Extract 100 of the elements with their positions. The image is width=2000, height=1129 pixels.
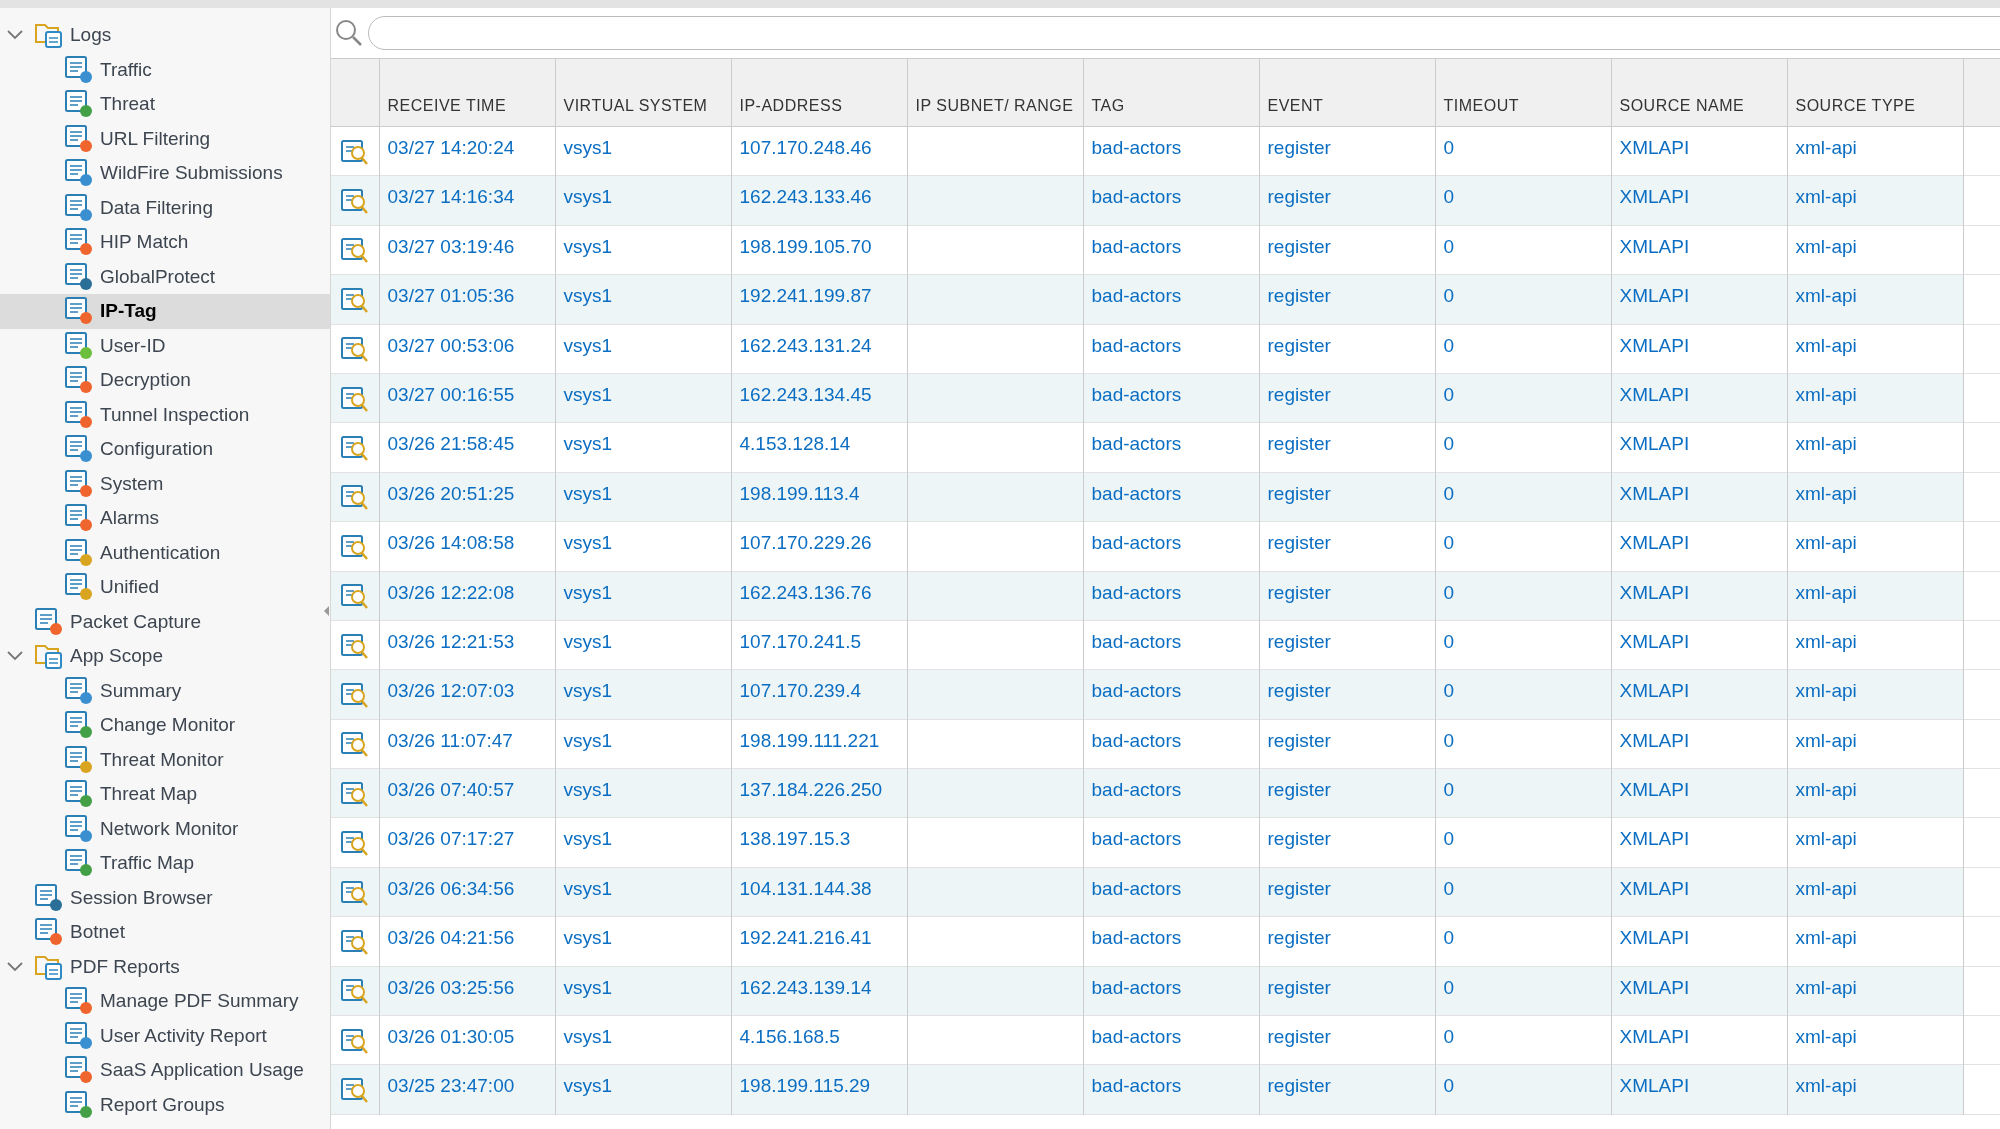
table-cell[interactable]: 03/26 04:21:56 <box>387 927 515 949</box>
table-cell[interactable]: xml-api <box>1795 433 1857 455</box>
table-cell[interactable]: XMLAPI <box>1619 581 1690 603</box>
table-cell[interactable]: XMLAPI <box>1619 828 1690 850</box>
table-cell[interactable]: bad-actors <box>1091 235 1182 257</box>
table-cell[interactable]: 198.199.111.221 <box>739 729 880 751</box>
table-cell[interactable]: 104.131.144.38 <box>739 877 872 899</box>
table-cell[interactable]: vsys1 <box>563 285 613 307</box>
table-cell[interactable]: 0 <box>1443 285 1455 307</box>
log-details-icon[interactable] <box>339 878 370 907</box>
table-cell[interactable]: 03/26 12:22:08 <box>387 581 515 603</box>
table-cell[interactable]: register <box>1267 482 1331 504</box>
log-details-icon[interactable] <box>339 730 370 759</box>
table-cell[interactable]: 0 <box>1443 927 1455 949</box>
table-cell[interactable]: vsys1 <box>563 630 613 652</box>
column-header[interactable]: IP SUBNET/ RANGE <box>915 94 1075 118</box>
log-details-icon[interactable] <box>339 1026 370 1055</box>
sidebar-item[interactable]: Manage PDF Summary <box>100 987 299 1016</box>
table-cell[interactable]: register <box>1267 779 1331 801</box>
search-field[interactable] <box>368 16 2000 50</box>
table-cell[interactable]: 107.170.229.26 <box>739 532 872 554</box>
table-cell[interactable]: bad-actors <box>1091 680 1182 702</box>
table-cell[interactable]: XMLAPI <box>1619 680 1690 702</box>
sidebar-item[interactable]: HIP Match <box>100 228 189 257</box>
table-cell[interactable]: xml-api <box>1795 1075 1857 1097</box>
log-details-icon[interactable] <box>339 681 370 709</box>
table-cell[interactable]: xml-api <box>1795 482 1857 504</box>
table-cell[interactable]: 03/27 14:20:24 <box>387 137 515 158</box>
table-cell[interactable]: bad-actors <box>1091 1026 1182 1048</box>
table-cell[interactable]: register <box>1267 680 1331 702</box>
table-cell[interactable]: 03/26 21:58:45 <box>387 433 515 455</box>
table-cell[interactable]: vsys1 <box>563 235 613 257</box>
sidebar-item[interactable]: Summary <box>100 676 182 705</box>
log-details-icon[interactable] <box>339 779 370 808</box>
log-details-icon[interactable] <box>339 829 370 858</box>
table-cell[interactable]: register <box>1267 235 1331 257</box>
table-cell[interactable]: XMLAPI <box>1619 433 1690 455</box>
table-cell[interactable]: 03/26 07:17:27 <box>387 828 515 850</box>
table-cell[interactable]: XMLAPI <box>1619 1026 1690 1048</box>
sidebar-item[interactable]: Botnet <box>70 918 125 947</box>
table-cell[interactable]: 03/27 01:05:36 <box>387 285 515 307</box>
table-cell[interactable]: bad-actors <box>1091 729 1182 751</box>
table-cell[interactable]: register <box>1267 285 1331 307</box>
log-details-icon[interactable] <box>339 236 370 265</box>
table-cell[interactable]: xml-api <box>1795 137 1857 158</box>
table-cell[interactable]: 0 <box>1443 433 1455 455</box>
table-cell[interactable]: bad-actors <box>1091 532 1182 554</box>
table-cell[interactable]: 0 <box>1443 630 1455 652</box>
table-cell[interactable]: vsys1 <box>563 1026 613 1048</box>
table-cell[interactable]: 198.199.105.70 <box>739 235 872 257</box>
table-cell[interactable]: 107.170.239.4 <box>739 680 861 702</box>
sidebar-item[interactable]: Traffic <box>100 55 152 84</box>
table-cell[interactable]: 137.184.226.250 <box>739 779 883 801</box>
table-cell[interactable]: XMLAPI <box>1619 927 1690 949</box>
table-cell[interactable]: xml-api <box>1795 779 1857 801</box>
table-cell[interactable]: 0 <box>1443 1075 1455 1097</box>
log-details-icon[interactable] <box>339 483 370 512</box>
table-cell[interactable]: vsys1 <box>563 137 613 158</box>
table-cell[interactable]: vsys1 <box>563 581 613 603</box>
table-cell[interactable]: 107.170.241.5 <box>739 630 861 652</box>
table-cell[interactable]: register <box>1267 828 1331 850</box>
table-cell[interactable]: bad-actors <box>1091 779 1182 801</box>
sidebar-item[interactable]: Threat <box>100 90 155 119</box>
table-cell[interactable]: 03/27 03:19:46 <box>387 235 515 257</box>
sidebar-item[interactable]: Threat Map <box>100 780 198 809</box>
log-details-icon[interactable] <box>339 631 370 660</box>
column-header[interactable]: IP-ADDRESS <box>739 94 899 118</box>
column-header[interactable]: TIMEOUT <box>1443 94 1603 118</box>
table-cell[interactable]: XMLAPI <box>1619 137 1690 158</box>
table-cell[interactable]: 0 <box>1443 1026 1455 1048</box>
sidebar-item[interactable]: Session Browser <box>70 883 213 912</box>
table-cell[interactable]: bad-actors <box>1091 877 1182 899</box>
table-cell[interactable]: 03/27 14:16:34 <box>387 186 515 208</box>
sidebar-item[interactable]: SaaS Application Usage <box>100 1056 304 1085</box>
table-cell[interactable]: xml-api <box>1795 976 1857 998</box>
table-cell[interactable]: 192.241.216.41 <box>739 927 872 949</box>
table-cell[interactable]: xml-api <box>1795 532 1857 554</box>
log-details-icon[interactable] <box>339 927 370 956</box>
table-cell[interactable]: register <box>1267 334 1331 356</box>
table-cell[interactable]: bad-actors <box>1091 630 1182 652</box>
table-cell[interactable]: 198.199.115.29 <box>739 1075 871 1097</box>
log-details-icon[interactable] <box>339 187 370 216</box>
table-cell[interactable]: 4.156.168.5 <box>739 1026 840 1048</box>
sidebar-item[interactable]: App Scope <box>70 642 163 671</box>
table-cell[interactable]: bad-actors <box>1091 927 1182 949</box>
table-cell[interactable]: bad-actors <box>1091 976 1182 998</box>
table-cell[interactable]: 03/26 07:40:57 <box>387 779 515 801</box>
table-cell[interactable]: vsys1 <box>563 729 613 751</box>
table-cell[interactable]: vsys1 <box>563 976 613 998</box>
table-cell[interactable]: register <box>1267 186 1331 208</box>
table-cell[interactable]: vsys1 <box>563 680 613 702</box>
table-cell[interactable]: 03/26 12:21:53 <box>387 630 515 652</box>
table-cell[interactable]: xml-api <box>1795 877 1857 899</box>
table-cell[interactable]: bad-actors <box>1091 828 1182 850</box>
table-cell[interactable]: XMLAPI <box>1619 383 1690 405</box>
sidebar-item[interactable]: Network Monitor <box>100 814 239 843</box>
table-cell[interactable]: 03/26 14:08:58 <box>387 532 515 554</box>
table-cell[interactable]: 192.241.199.87 <box>739 285 872 307</box>
table-cell[interactable]: bad-actors <box>1091 285 1182 307</box>
log-details-icon[interactable] <box>339 532 370 561</box>
